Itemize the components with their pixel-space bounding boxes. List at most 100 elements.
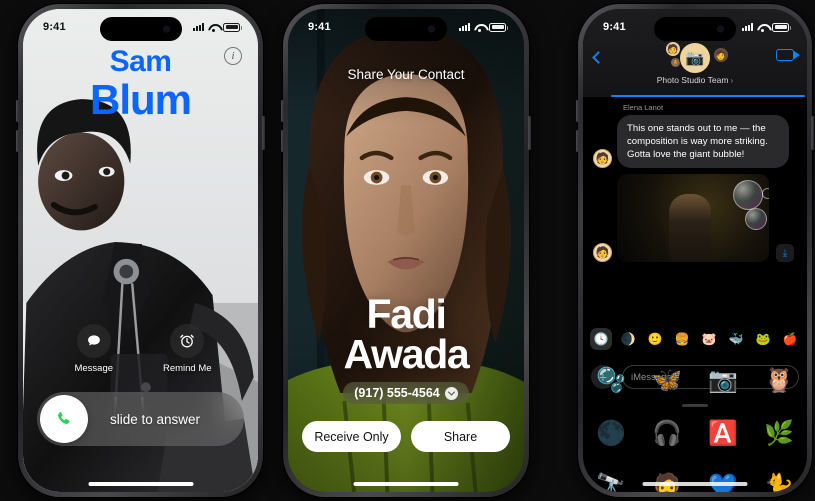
- remind-me-action-label: Remind Me: [162, 363, 212, 374]
- call-screen: 9:41 i Sam Blum Message Remind Me slide …: [23, 9, 258, 492]
- share-contact-title: Share Your Contact: [347, 67, 465, 82]
- sticker-pack-5[interactable]: 🍎: [779, 328, 801, 350]
- home-indicator[interactable]: [88, 482, 193, 486]
- contact-name: Fadi Awada: [288, 290, 524, 377]
- front-camera-icon: [717, 25, 724, 33]
- contact-screen: 9:41 Share Your Contact Fadi Awada (917): [288, 9, 524, 492]
- receive-only-button[interactable]: Receive Only: [302, 421, 401, 452]
- save-to-photos-icon[interactable]: ⤓: [776, 244, 794, 263]
- dynamic-island: [99, 17, 182, 41]
- bubbles-sticker[interactable]: 🫧: [596, 368, 626, 393]
- home-indicator[interactable]: [353, 482, 459, 486]
- power-button[interactable]: [528, 116, 531, 150]
- bubble-effect-small: [762, 188, 769, 200]
- battery-icon: [489, 22, 508, 32]
- slide-to-answer-label: slide to answer: [109, 411, 201, 427]
- wifi-icon: [208, 23, 219, 32]
- status-time: 9:41: [308, 21, 331, 33]
- volume-down-button[interactable]: [576, 130, 579, 152]
- group-name-label: Photo Studio Team: [656, 75, 729, 85]
- power-button[interactable]: [262, 116, 265, 150]
- battery-icon: [223, 22, 242, 32]
- sticker-pack-2[interactable]: 🐷: [698, 328, 720, 350]
- volume-up-button[interactable]: [281, 100, 284, 122]
- slide-to-answer-slider[interactable]: slide to answer: [37, 392, 244, 446]
- contact-phone-pill[interactable]: (917) 555-4564: [288, 382, 524, 404]
- headphones-sticker[interactable]: 🎧: [652, 421, 682, 446]
- caller-first-name: Sam: [109, 45, 172, 78]
- status-time: 9:41: [603, 21, 626, 33]
- bubble-effect-large: [733, 180, 763, 211]
- photo-attachment[interactable]: [617, 174, 769, 263]
- contact-last-name: Awada: [343, 330, 470, 377]
- battery-icon: [772, 22, 791, 32]
- remind-me-action-button[interactable]: Remind Me: [154, 324, 220, 374]
- caller-name: Sam Blum: [23, 47, 258, 121]
- cat-sticker[interactable]: 🐈: [764, 475, 794, 492]
- sender-avatar: 🧑: [593, 243, 612, 263]
- group-name[interactable]: Photo Studio Team ›: [583, 75, 807, 85]
- chevron-down-circle-icon[interactable]: [444, 386, 458, 400]
- leaf-sticker[interactable]: 🌿: [764, 421, 794, 446]
- screenshot-stage: 9:41 i Sam Blum Message Remind Me slide …: [0, 0, 815, 501]
- dynamic-island: [654, 17, 736, 41]
- chevron-left-icon[interactable]: [592, 51, 605, 64]
- messages-screen: 🧑 🧍 🧑 📷 Photo Studio Team › 9:41 Elena L…: [583, 9, 807, 492]
- contact-phone-number: (917) 555-4564: [354, 386, 440, 400]
- memoji-category[interactable]: 🌒: [617, 328, 639, 350]
- volume-down-button[interactable]: [281, 130, 284, 152]
- group-main-avatar: 📷: [679, 42, 711, 74]
- photo-subject: [669, 194, 711, 263]
- owl-sticker[interactable]: 🦉: [764, 368, 794, 393]
- group-avatar-cluster[interactable]: 🧑 🧍 🧑 📷: [660, 41, 730, 75]
- message-action-label: Message: [74, 363, 114, 374]
- phone-messages: 🧑 🧍 🧑 📷 Photo Studio Team › 9:41 Elena L…: [576, 4, 814, 497]
- emoji-category[interactable]: 🙂: [644, 328, 666, 350]
- sticker-grid: 🫧 🦋 📷 🦉 🌑 🎧 🅰️ 🌿 🔭 🧔 💙 🐈: [583, 354, 807, 492]
- wifi-icon: [474, 23, 485, 32]
- sender-avatar: 🧑: [593, 149, 612, 169]
- message-bubble-icon: [76, 324, 111, 358]
- cellular-bars-icon: [459, 23, 470, 31]
- status-time: 9:41: [43, 21, 66, 33]
- front-camera-icon: [428, 25, 435, 33]
- caller-last-name: Blum: [90, 76, 192, 123]
- attachment-row: 🧑 ⤓: [593, 174, 797, 263]
- sticker-pack-3[interactable]: 🐳: [725, 328, 747, 350]
- butterfly-sticker[interactable]: 🦋: [652, 368, 682, 393]
- call-quick-actions: Message Remind Me: [23, 324, 258, 374]
- message-sender-name: Elena Lanot: [623, 103, 664, 112]
- share-button[interactable]: Share: [411, 421, 510, 452]
- telescope-sticker[interactable]: 🔭: [596, 475, 626, 492]
- moon-sticker[interactable]: 🌑: [596, 421, 626, 446]
- contact-first-name: Fadi: [366, 290, 446, 337]
- chevron-right-icon: ›: [730, 75, 734, 85]
- cellular-bars-icon: [742, 23, 753, 31]
- recents-category[interactable]: 🕓: [590, 328, 612, 350]
- phone-handset-icon[interactable]: [40, 395, 88, 443]
- a-plus-sticker[interactable]: 🅰️: [708, 421, 738, 446]
- message-action-button[interactable]: Message: [61, 324, 127, 374]
- contact-action-buttons: Receive Only Share: [302, 421, 510, 452]
- camera-sticker[interactable]: 📷: [708, 368, 738, 393]
- composer-area: + iMessage 🎙 🕓 🌒 🙂 🍔 🐷 🐳 🐸 🍎 🫧 🦋 📷 🦉 🌑 🎧…: [583, 328, 807, 492]
- volume-up-button[interactable]: [16, 100, 19, 122]
- power-button[interactable]: [811, 116, 814, 150]
- volume-up-button[interactable]: [576, 100, 579, 122]
- video-camera-icon[interactable]: [776, 49, 800, 61]
- wifi-icon: [757, 23, 768, 32]
- home-indicator[interactable]: [642, 482, 748, 486]
- message-row: 🧑 This one stands out to me — the compos…: [593, 115, 797, 169]
- sticker-pack-1[interactable]: 🍔: [671, 328, 693, 350]
- front-camera-icon: [162, 25, 170, 33]
- phone-incoming-call: 9:41 i Sam Blum Message Remind Me slide …: [16, 4, 265, 497]
- sticker-category-bar[interactable]: 🕓 🌒 🙂 🍔 🐷 🐳 🐸 🍎: [583, 324, 807, 354]
- phone-contact-poster: 9:41 Share Your Contact Fadi Awada (917): [281, 4, 531, 497]
- group-member-avatar: 🧑: [713, 47, 729, 63]
- cellular-bars-icon: [193, 23, 204, 31]
- volume-down-button[interactable]: [16, 130, 19, 152]
- dynamic-island: [365, 17, 447, 41]
- call-info-button[interactable]: i: [224, 47, 242, 65]
- sticker-pack-4[interactable]: 🐸: [752, 328, 774, 350]
- message-bubble[interactable]: This one stands out to me — the composit…: [617, 115, 789, 169]
